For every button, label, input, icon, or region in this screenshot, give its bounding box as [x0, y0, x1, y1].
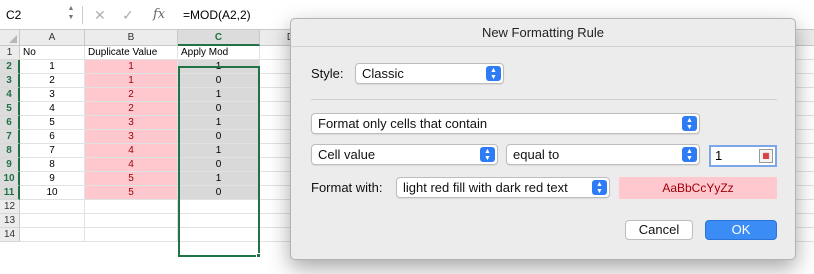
fill-handle[interactable]	[256, 253, 261, 258]
condition-value-text: 1	[715, 148, 723, 163]
table-cell[interactable]: 2	[85, 88, 178, 102]
table-cell[interactable]: 2	[85, 102, 178, 116]
table-cell[interactable]: 0	[178, 186, 260, 200]
column-header-b[interactable]: B	[85, 30, 178, 46]
formula-bar-divider	[82, 6, 83, 24]
row-header-7[interactable]: 7	[0, 130, 20, 144]
row-header-11[interactable]: 11	[0, 186, 20, 200]
row-header-12[interactable]: 12	[0, 200, 20, 214]
table-cell[interactable]: 5	[85, 186, 178, 200]
row-header-13[interactable]: 13	[0, 214, 20, 228]
table-cell[interactable]: 7	[20, 144, 85, 158]
table-cell[interactable]: 1	[85, 74, 178, 88]
select-all-icon	[9, 35, 17, 43]
cancel-button[interactable]: Cancel	[625, 220, 693, 240]
table-cell[interactable]: 5	[85, 172, 178, 186]
row-header-4[interactable]: 4	[0, 88, 20, 102]
chevron-updown-icon: ▲ ▼	[480, 147, 495, 162]
operator-value: equal to	[513, 147, 560, 162]
row-header-2[interactable]: 2	[0, 60, 20, 74]
table-cell[interactable]: 0	[178, 74, 260, 88]
header-cell[interactable]: No	[20, 46, 85, 60]
table-cell[interactable]: 1	[20, 60, 85, 74]
table-cell[interactable]: 3	[85, 116, 178, 130]
row-header-9[interactable]: 9	[0, 158, 20, 172]
format-with-select[interactable]: light red fill with dark red text ▲ ▼	[396, 177, 610, 198]
select-all-corner[interactable]	[0, 30, 20, 46]
condition-field-value: Cell value	[318, 147, 376, 162]
operator-select[interactable]: equal to ▲ ▼	[506, 144, 700, 165]
format-preview: AaBbCcYyZz	[619, 177, 777, 199]
table-cell[interactable]: 1	[178, 172, 260, 186]
table-cell[interactable]: 1	[85, 60, 178, 74]
style-label: Style:	[311, 66, 344, 81]
row-header-5[interactable]: 5	[0, 102, 20, 116]
name-box-stepper-icon[interactable]: ▲ ▼	[66, 4, 76, 24]
rule-type-select[interactable]: Format only cells that contain ▲ ▼	[311, 113, 700, 134]
table-cell[interactable]: 3	[85, 130, 178, 144]
table-cell[interactable]: 6	[20, 130, 85, 144]
row-header-8[interactable]: 8	[0, 144, 20, 158]
table-cell[interactable]: 8	[20, 158, 85, 172]
style-select[interactable]: Classic ▲ ▼	[355, 63, 504, 84]
condition-value-input[interactable]: 1 ▦	[709, 145, 777, 167]
column-header-a[interactable]: A	[20, 30, 85, 46]
rule-type-value: Format only cells that contain	[318, 116, 488, 131]
range-picker-icon[interactable]: ▦	[759, 149, 773, 163]
row-header-10[interactable]: 10	[0, 172, 20, 186]
format-with-value: light red fill with dark red text	[403, 180, 568, 195]
formula-input[interactable]: =MOD(A2,2)	[183, 6, 251, 24]
chevron-updown-icon: ▲ ▼	[592, 180, 607, 195]
ok-button[interactable]: OK	[705, 220, 777, 240]
row-header-6[interactable]: 6	[0, 116, 20, 130]
table-cell[interactable]: 4	[20, 102, 85, 116]
empty-cell[interactable]	[20, 228, 85, 242]
style-select-value: Classic	[362, 66, 404, 81]
chevron-updown-icon: ▲ ▼	[682, 147, 697, 162]
condition-field-select[interactable]: Cell value ▲ ▼	[311, 144, 498, 165]
cancel-icon[interactable]: ✕	[94, 6, 106, 24]
dialog-title: New Formatting Rule	[291, 19, 795, 47]
table-cell[interactable]: 10	[20, 186, 85, 200]
table-cell[interactable]: 0	[178, 102, 260, 116]
row-header-3[interactable]: 3	[0, 74, 20, 88]
table-cell[interactable]: 1	[178, 60, 260, 74]
table-cell[interactable]: 2	[20, 74, 85, 88]
empty-cell[interactable]	[85, 214, 178, 228]
header-cell[interactable]: Apply Mod	[178, 46, 260, 60]
table-cell[interactable]: 4	[85, 158, 178, 172]
format-with-label: Format with:	[311, 180, 383, 195]
chevron-updown-icon: ▲ ▼	[486, 66, 501, 81]
column-header-c[interactable]: C	[178, 30, 260, 46]
table-cell[interactable]: 4	[85, 144, 178, 158]
dialog-separator	[311, 99, 777, 100]
table-cell[interactable]: 3	[20, 88, 85, 102]
table-cell[interactable]: 5	[20, 116, 85, 130]
empty-cell[interactable]	[85, 200, 178, 214]
empty-cell[interactable]	[85, 228, 178, 242]
empty-cell[interactable]	[20, 214, 85, 228]
table-cell[interactable]: 1	[178, 116, 260, 130]
table-cell[interactable]: 1	[178, 88, 260, 102]
table-cell[interactable]: 9	[20, 172, 85, 186]
empty-cell[interactable]	[178, 200, 260, 214]
confirm-icon[interactable]: ✓	[122, 6, 134, 24]
row-header-14[interactable]: 14	[0, 228, 20, 242]
empty-cell[interactable]	[178, 228, 260, 242]
header-cell[interactable]: Duplicate Value	[85, 46, 178, 60]
function-icon[interactable]: fx	[153, 6, 165, 24]
table-cell[interactable]: 0	[178, 158, 260, 172]
table-cell[interactable]: 1	[178, 144, 260, 158]
table-cell[interactable]: 0	[178, 130, 260, 144]
chevron-updown-icon: ▲ ▼	[682, 116, 697, 131]
row-header-1[interactable]: 1	[0, 46, 20, 60]
new-formatting-rule-dialog: New Formatting Rule Style: Classic ▲ ▼ Fo…	[290, 18, 796, 260]
empty-cell[interactable]	[20, 200, 85, 214]
empty-cell[interactable]	[178, 214, 260, 228]
